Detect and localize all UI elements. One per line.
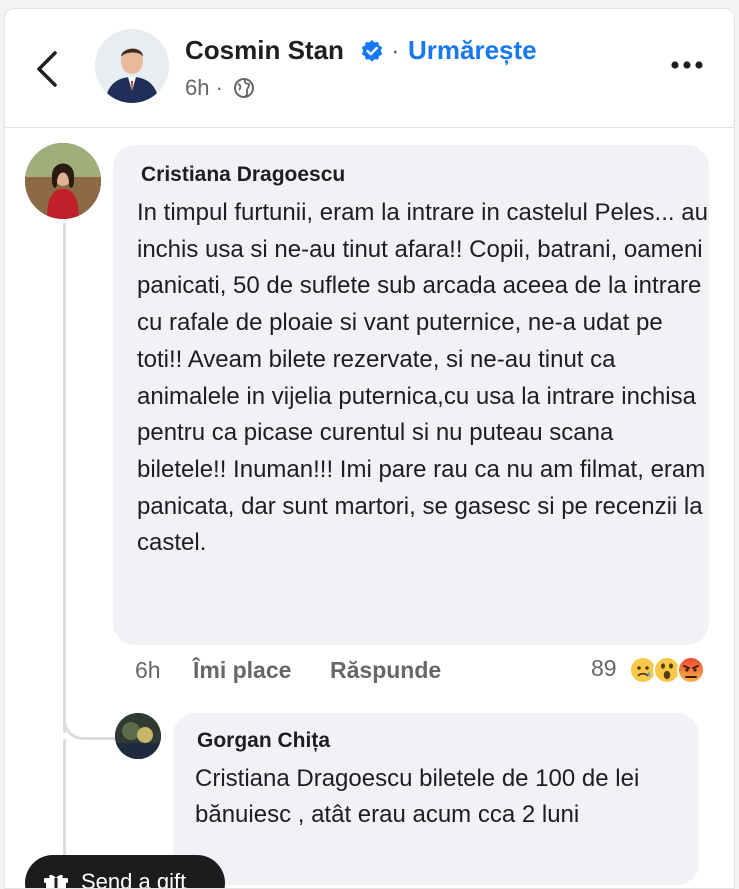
commenter-name[interactable]: Gorgan Chița xyxy=(197,729,330,753)
chevron-left-icon[interactable] xyxy=(33,49,63,89)
comment-timestamp[interactable]: 6h xyxy=(135,657,161,684)
thread-connector xyxy=(63,709,122,740)
post-detail-screen: Cosmin Stan · Urmărește 6h · Cristiana D… xyxy=(4,8,735,889)
comment-bubble: Cristiana Dragoescu In timpul furtunii, … xyxy=(113,145,709,645)
author-name[interactable]: Cosmin Stan xyxy=(185,35,344,66)
reactions-summary[interactable] xyxy=(629,655,729,685)
wow-reaction-icon xyxy=(653,656,681,684)
post-header: Cosmin Stan · Urmărește 6h · xyxy=(5,9,734,128)
reply-bubble: Gorgan Chița Cristiana Dragoescu biletel… xyxy=(173,713,699,885)
follow-button[interactable]: Urmărește xyxy=(408,35,537,66)
reaction-count[interactable]: 89 xyxy=(591,655,617,682)
send-gift-button[interactable]: Send a gift xyxy=(25,855,225,889)
comment-text: In timpul furtunii, eram la intrare in c… xyxy=(137,199,708,557)
header-separator: · xyxy=(391,35,400,65)
angry-reaction-icon xyxy=(677,656,705,684)
post-timestamp[interactable]: 6h · xyxy=(185,75,223,101)
sad-reaction-icon xyxy=(629,656,657,684)
comment-text: Cristiana Dragoescu biletele de 100 de l… xyxy=(195,765,640,828)
more-icon[interactable] xyxy=(667,55,707,75)
reply-button[interactable]: Răspunde xyxy=(330,657,441,684)
thread-line xyxy=(63,223,66,733)
send-gift-label: Send a gift xyxy=(81,869,187,889)
globe-icon xyxy=(234,78,254,98)
commenter-name[interactable]: Cristiana Dragoescu xyxy=(141,163,345,187)
verified-badge-icon xyxy=(361,40,383,62)
gift-icon xyxy=(44,874,68,888)
commenter-avatar[interactable] xyxy=(25,143,101,219)
author-avatar[interactable] xyxy=(95,29,169,103)
like-button[interactable]: Îmi place xyxy=(193,657,291,684)
commenter-avatar[interactable] xyxy=(115,713,161,759)
